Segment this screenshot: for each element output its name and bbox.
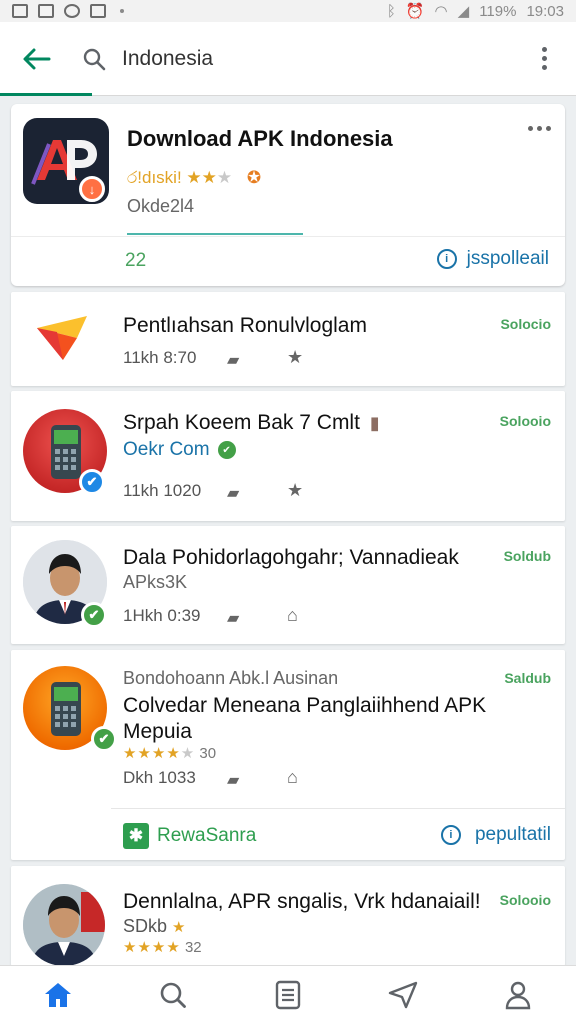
app-subtitle: APks3K — [123, 572, 188, 592]
battery-level: 119% — [479, 2, 517, 20]
verified-badge-icon: ✔ — [91, 726, 117, 752]
app-meta: Dkh 1033 — [123, 768, 196, 787]
app-price: Soldub — [503, 548, 551, 564]
home-icon — [44, 983, 71, 1007]
divider — [111, 808, 565, 809]
loading-progress-bar — [0, 93, 92, 96]
info-icon: i — [436, 249, 457, 269]
chat-icon: ▰ — [227, 485, 240, 502]
developer-avatar — [23, 884, 105, 966]
verified-badge-icon: ✔ — [81, 602, 107, 628]
chat-icon: ▰ — [227, 352, 240, 369]
featured-action-label: jsspolleail — [466, 248, 549, 269]
app-title: Colvedar Meneana Panglaiihhend APK — [123, 694, 487, 717]
app-price: Saldub — [504, 670, 551, 686]
app-developer: Oekr Com ✔ — [123, 439, 236, 461]
nav-library[interactable] — [258, 973, 318, 1017]
notification-icon — [90, 4, 106, 18]
home-icon: ⌂ — [287, 605, 298, 625]
back-arrow-icon[interactable] — [20, 43, 52, 75]
app-price: Solocio — [500, 316, 551, 332]
alarm-icon: ⏰ — [405, 3, 425, 20]
app-title: Dala Pohidorlagohgahr; Vannadieak — [123, 546, 459, 569]
featured-app-title: Download APK Indonesia — [127, 126, 393, 151]
flag-icon: ▮ — [369, 413, 380, 433]
featured-action[interactable]: i jsspolleail — [436, 248, 549, 270]
rating-text: රǃdıskiǃ — [127, 168, 182, 187]
footer-right-label: pepultatil — [474, 824, 551, 845]
featured-app-card[interactable]: ↓ Download APK Indonesia රǃdıskiǃ ★★★ ✪ … — [11, 104, 565, 286]
nav-home[interactable] — [28, 973, 88, 1017]
wifi-icon: ◠ — [434, 3, 448, 20]
home-icon: ⌂ — [287, 767, 298, 787]
nav-send[interactable] — [373, 973, 433, 1017]
list-item[interactable]: ✔ Dala Pohidorlagohgahr; Vannadieak Sold… — [11, 526, 565, 644]
featured-subtitle: Okde2l4 — [127, 196, 195, 216]
footer-right-action[interactable]: i pepultatil — [440, 824, 551, 846]
app-title: Dennlalna, APR sngalis, Vrk hdanaiail! — [123, 890, 481, 913]
list-item[interactable]: Pentlıahsan Ronulvloglam Solocio 11kh 8:… — [11, 292, 565, 386]
list-item[interactable]: Dennlalna, APR sngalis, Vrk hdanaiail! S… — [11, 866, 565, 966]
rating-value: 32 — [184, 939, 202, 956]
app-pretitle: Bondohoann Abk.l Ausinan — [123, 668, 339, 688]
nav-search[interactable] — [143, 973, 203, 1017]
bluetooth-icon: ᛒ — [386, 2, 396, 20]
featured-count: 22 — [125, 250, 147, 271]
notification-icon — [12, 4, 28, 18]
send-icon — [388, 981, 418, 1009]
bottom-navigation — [0, 965, 576, 1024]
pin-icon: ★ — [287, 347, 304, 367]
download-badge-icon: ↓ — [79, 176, 105, 202]
verified-icon: ✔ — [217, 441, 236, 459]
star-rating: ★★★★ 32 — [123, 939, 202, 956]
signal-icon: ◢ — [457, 3, 470, 20]
list-item[interactable]: ✔ Bondohoann Abk.l Ausinan Saldub Colved… — [11, 650, 565, 860]
chat-icon: ▰ — [227, 610, 240, 627]
search-app-bar: Indonesia — [0, 22, 576, 96]
app-meta: 1Hkh 0:39 — [123, 606, 201, 625]
app-meta: 11kh 8:70 — [123, 348, 197, 367]
search-icon — [160, 982, 186, 1008]
featured-progress-bar — [127, 233, 303, 235]
pin-icon: ★ — [287, 480, 304, 500]
more-icon[interactable] — [528, 126, 551, 131]
list-icon — [275, 980, 301, 1010]
nav-profile[interactable] — [488, 973, 548, 1017]
info-icon: i — [440, 825, 461, 845]
search-query[interactable]: Indonesia — [122, 47, 213, 71]
app-subtitle: SDkb ★ — [123, 916, 187, 936]
more-options-icon[interactable] — [532, 47, 556, 70]
badge-icon: ✪ — [246, 168, 262, 187]
status-bar: ᛒ ⏰ ◠ ◢ 119% 19:03 — [0, 0, 576, 22]
profile-icon — [506, 981, 531, 1010]
rating-value: 30 — [199, 745, 217, 762]
app-price: Solooio — [499, 892, 551, 908]
star-rating: ★★ — [186, 168, 217, 187]
app-title-line2: Mepuia — [123, 720, 192, 743]
chat-icon: ▰ — [227, 772, 240, 789]
app-icon — [33, 306, 93, 366]
app-title: Srpah Koeem Bak 7 Cmlt ▮ — [123, 411, 380, 434]
footer-left-label: RewaSanra — [157, 825, 257, 846]
app-meta: 11kh 1020 — [123, 481, 202, 500]
verified-badge-icon: ✔ — [79, 469, 105, 495]
list-item[interactable]: ✔ Srpah Koeem Bak 7 Cmlt ▮ Solooio Oekr … — [11, 391, 565, 521]
notification-icon — [64, 4, 80, 18]
search-icon[interactable] — [80, 45, 108, 73]
app-price: Solooio — [499, 413, 551, 429]
notification-dot-icon — [120, 9, 124, 13]
play-store-icon: ✱ — [123, 823, 149, 849]
clock: 19:03 — [526, 2, 564, 20]
divider — [11, 236, 565, 237]
notification-icon — [38, 4, 54, 18]
footer-left-action[interactable]: ✱ RewaSanra — [123, 823, 256, 849]
app-title: Pentlıahsan Ronulvloglam — [123, 314, 367, 337]
featured-rating: රǃdıskiǃ ★★★ ✪ — [127, 168, 262, 187]
star-rating: ★★★★★ 30 — [123, 745, 217, 762]
